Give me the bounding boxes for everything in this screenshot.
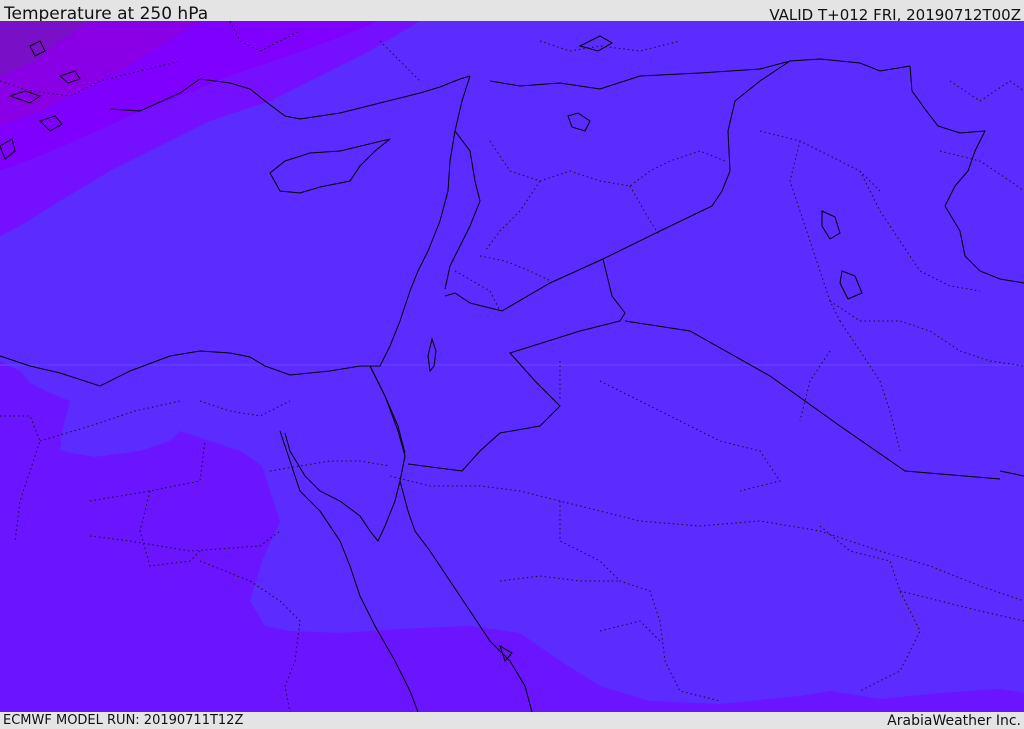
credit-label: ArabiaWeather Inc. xyxy=(887,713,1021,729)
temperature-map xyxy=(0,21,1024,712)
model-run-label: ECMWF MODEL RUN: 20190711T12Z xyxy=(3,713,244,728)
